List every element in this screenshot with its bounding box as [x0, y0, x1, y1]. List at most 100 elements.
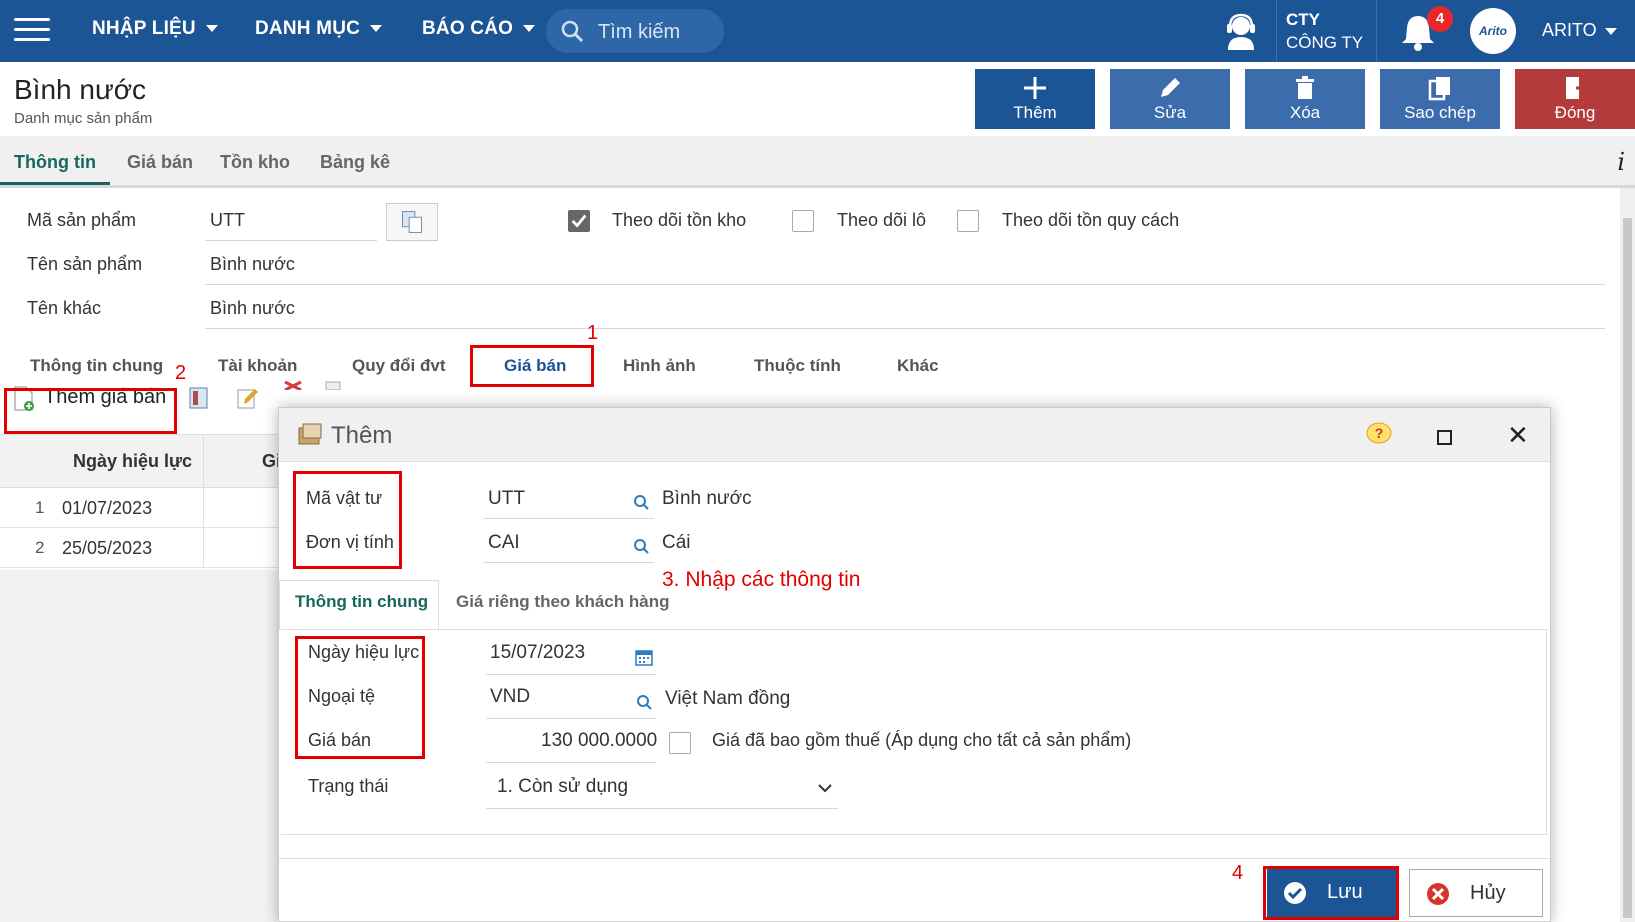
- search-placeholder: Tìm kiếm: [598, 21, 681, 43]
- import-icon[interactable]: [188, 386, 210, 410]
- dialog-tabs: Thông tin chung Giá riêng theo khách hàn…: [279, 578, 1552, 628]
- field-underline: [205, 328, 1605, 329]
- field-underline: [486, 762, 656, 763]
- tab-general-info[interactable]: Thông tin chung: [295, 592, 428, 612]
- price-field[interactable]: 130 000.0000: [541, 730, 657, 752]
- menu-danh-muc[interactable]: DANH MỤC: [255, 18, 383, 40]
- row-number: 2: [35, 538, 45, 557]
- product-name-field[interactable]: Bình nước: [210, 254, 295, 275]
- unit-name: Cái: [662, 532, 691, 553]
- tab-thong-tin[interactable]: Thông tin: [14, 152, 96, 173]
- grid-empty-area: [0, 570, 290, 922]
- field-underline: [205, 284, 1605, 285]
- copy-button[interactable]: Sao chép: [1380, 69, 1500, 129]
- maximize-icon[interactable]: [1437, 430, 1452, 445]
- track-inventory-checkbox[interactable]: [568, 210, 590, 232]
- subtab-tai-khoan[interactable]: Tài khoản: [218, 356, 297, 376]
- search-icon[interactable]: [636, 694, 652, 710]
- other-name-field[interactable]: Bình nước: [210, 298, 295, 319]
- close-button[interactable]: Đóng: [1515, 69, 1635, 129]
- info-icon[interactable]: i: [1617, 148, 1625, 176]
- support-agent-icon[interactable]: [1220, 10, 1262, 52]
- page-title: Bình nước: [14, 74, 147, 105]
- chevron-down-icon: [370, 25, 383, 33]
- table-row[interactable]: 1 01/07/2023: [0, 488, 290, 528]
- subtab-hinh-anh[interactable]: Hình ảnh: [623, 356, 696, 376]
- annotation-number: 1: [587, 322, 599, 344]
- row-number: 1: [35, 498, 45, 517]
- divider: [203, 488, 204, 528]
- add-price-dialog: Thêm ? ✕ Mã vật tư UTT Bình nước Đơn vị …: [278, 407, 1551, 922]
- tab-bang-ke[interactable]: Bảng kê: [320, 152, 390, 173]
- item-name: Bình nước: [662, 488, 752, 509]
- search-input[interactable]: Tìm kiếm: [546, 9, 724, 53]
- chevron-down-icon[interactable]: [817, 782, 833, 794]
- tab-gia-ban[interactable]: Giá bán: [127, 152, 193, 173]
- menu-label: NHẬP LIỆU: [92, 18, 196, 39]
- copy-row-icon[interactable]: [322, 376, 344, 390]
- chevron-down-icon: [523, 25, 536, 33]
- button-label: Sao chép: [1404, 103, 1476, 122]
- company-switcher[interactable]: CTY CÔNG TY: [1286, 8, 1363, 54]
- annotation-box-item-fields: [293, 471, 402, 569]
- unit-field[interactable]: CAI: [488, 532, 520, 554]
- svg-text:?: ?: [1375, 425, 1384, 441]
- product-code-label: Mã sản phẩm: [27, 210, 137, 230]
- track-lot-checkbox[interactable]: [792, 210, 814, 232]
- table-row[interactable]: 2 25/05/2023: [0, 528, 290, 568]
- tab-customer-price[interactable]: Giá riêng theo khách hàng: [456, 592, 669, 612]
- search-icon[interactable]: [633, 538, 649, 554]
- scrollbar-thumb[interactable]: [1623, 218, 1632, 918]
- edit-icon[interactable]: [236, 386, 260, 410]
- user-menu[interactable]: ARITO: [1542, 20, 1617, 41]
- help-icon[interactable]: ?: [1365, 421, 1393, 447]
- effective-date-field[interactable]: 15/07/2023: [490, 642, 585, 664]
- page-header: Bình nước Danh mục sản phẩm Thêm Sửa Xóa…: [0, 62, 1635, 136]
- user-name: ARITO: [1542, 20, 1597, 40]
- dialog-header: Thêm ? ✕: [279, 408, 1550, 462]
- subtab-thuoc-tinh[interactable]: Thuộc tính: [754, 356, 841, 376]
- subtab-thong-tin-chung[interactable]: Thông tin chung: [30, 356, 163, 376]
- menu-label: BÁO CÁO: [422, 18, 514, 39]
- item-code-field[interactable]: UTT: [488, 488, 525, 510]
- subtab-khac[interactable]: Khác: [897, 356, 939, 376]
- divider: [1376, 0, 1377, 62]
- subtab-quy-doi-dvt[interactable]: Quy đổi đvt: [352, 356, 446, 376]
- dialog-window-icon: [298, 423, 322, 445]
- pencil-icon: [1161, 78, 1180, 97]
- field-underline: [486, 718, 656, 719]
- annotation-box-price-fields: [295, 636, 425, 759]
- copy-code-button[interactable]: [386, 203, 438, 241]
- field-underline: [205, 240, 377, 241]
- tax-included-checkbox[interactable]: [669, 732, 691, 754]
- currency-field[interactable]: VND: [490, 686, 530, 708]
- annotation-box-add-price: [4, 388, 177, 434]
- hamburger-menu-icon[interactable]: [14, 18, 50, 44]
- track-spec-checkbox[interactable]: [957, 210, 979, 232]
- menu-nhap-lieu[interactable]: NHẬP LIỆU: [92, 18, 218, 40]
- grid-header: Ngày hiệu lực Gi: [0, 434, 290, 489]
- notification-badge: 4: [1427, 6, 1453, 32]
- track-inventory-label: Theo dõi tồn kho: [612, 210, 747, 230]
- column-header-effective-date[interactable]: Ngày hiệu lực: [73, 451, 192, 472]
- search-icon: [561, 20, 584, 43]
- delete-button[interactable]: Xóa: [1245, 69, 1365, 129]
- field-underline: [484, 518, 654, 519]
- divider: [203, 528, 204, 568]
- add-button[interactable]: Thêm: [975, 69, 1095, 129]
- avatar[interactable]: Arito: [1470, 8, 1516, 54]
- currency-name: Việt Nam đồng: [665, 688, 791, 709]
- calendar-icon[interactable]: [635, 648, 653, 666]
- checkmark-icon: [571, 214, 587, 228]
- menu-bao-cao[interactable]: BÁO CÁO: [422, 18, 536, 40]
- status-select[interactable]: 1. Còn sử dụng: [497, 776, 628, 798]
- scrollbar[interactable]: [1620, 188, 1635, 922]
- product-code-field[interactable]: UTT: [210, 210, 245, 231]
- close-icon[interactable]: ✕: [1507, 420, 1529, 451]
- edit-button[interactable]: Sửa: [1110, 69, 1230, 129]
- tab-ton-kho[interactable]: Tồn kho: [220, 152, 290, 173]
- tax-included-label: Giá đã bao gồm thuế (Áp dụng cho tất cả …: [712, 730, 1132, 750]
- delete-icon[interactable]: [282, 376, 304, 390]
- cancel-button[interactable]: Hủy: [1409, 869, 1543, 917]
- search-icon[interactable]: [633, 494, 649, 510]
